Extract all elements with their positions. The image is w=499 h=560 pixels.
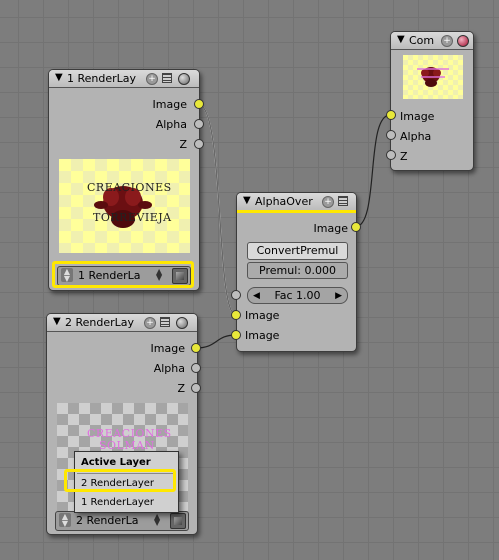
socket-alphaover-image-out[interactable] — [351, 222, 361, 232]
fac-value: Fac 1.00 — [274, 289, 321, 302]
socket-composite-image-in[interactable] — [386, 110, 396, 120]
link-alphaover-to-composite — [354, 114, 391, 228]
plus-icon[interactable]: + — [144, 317, 156, 329]
premul-field[interactable]: Premul: 0.000 — [247, 262, 348, 279]
updown-arrows-icon[interactable]: ▲ ▼ — [59, 513, 71, 528]
highlight-box — [52, 261, 194, 288]
node-title: Com — [409, 34, 435, 47]
node-header[interactable]: ▼ Com + — [391, 32, 473, 50]
monkey-composite-image — [417, 67, 449, 87]
socket-composite-alpha-in[interactable] — [386, 130, 396, 140]
decrease-arrow-icon[interactable]: ◀ — [253, 289, 260, 304]
node-header[interactable]: ▼ 2 RenderLay + — [47, 314, 197, 332]
plus-icon[interactable]: + — [441, 35, 453, 47]
socket-render2-alpha-out[interactable] — [191, 363, 201, 373]
fac-field[interactable]: ◀ Fac 1.00 ▶ — [247, 287, 348, 304]
socket-render1-image-out[interactable] — [194, 99, 204, 109]
socket-render1-alpha-out[interactable] — [194, 119, 204, 129]
plus-icon[interactable]: + — [146, 73, 158, 85]
output-label-image: Image — [152, 98, 187, 111]
preview-toggle-icon[interactable] — [457, 35, 469, 47]
preview-text-bottom: TORREVIEJA — [93, 211, 172, 224]
output-label-image: Image — [313, 222, 348, 235]
input-label-alpha: Alpha — [400, 130, 432, 143]
link-render2-to-alphaover-image — [195, 334, 237, 349]
node-title: 2 RenderLay — [65, 316, 135, 329]
socket-render1-z-out[interactable] — [194, 139, 204, 149]
input-label-image-2: Image — [245, 329, 280, 342]
menu-item-highlight — [64, 469, 176, 492]
collapse-triangle-icon[interactable]: ▼ — [55, 72, 63, 83]
renderlayer-select-value: 2 RenderLa — [76, 514, 139, 527]
node-title: 1 RenderLay — [67, 72, 137, 85]
preview-text-top: CREACIONES — [87, 181, 172, 194]
composite-node[interactable]: ▼ Com + Image Alpha Z — [390, 31, 474, 171]
collapse-triangle-icon[interactable]: ▼ — [243, 195, 251, 206]
preview-toggle-icon[interactable] — [178, 73, 190, 85]
socket-render2-image-out[interactable] — [191, 343, 201, 353]
node-header[interactable]: ▼ 1 RenderLay + — [49, 70, 199, 88]
alphaover-node[interactable]: ▼ AlphaOver + Image ConvertPremul Premul… — [236, 192, 357, 352]
input-label-image-1: Image — [245, 309, 280, 322]
socket-render2-z-out[interactable] — [191, 383, 201, 393]
output-label-alpha: Alpha — [155, 118, 187, 131]
link-render1-to-alphaover-image2 — [197, 103, 237, 316]
link-render1-shadow — [197, 103, 237, 316]
input-label-z: Z — [400, 150, 408, 163]
output-label-z: Z — [177, 382, 185, 395]
socket-alphaover-fac-in[interactable] — [231, 290, 241, 300]
menu-item-1-renderlayer[interactable]: 1 RenderLayer — [81, 497, 154, 508]
socket-composite-z-in[interactable] — [386, 150, 396, 160]
output-label-z: Z — [179, 138, 187, 151]
header-highlight-bar — [237, 210, 356, 213]
socket-alphaover-image1-in[interactable] — [231, 310, 241, 320]
composite-preview — [403, 55, 463, 99]
node-title: AlphaOver — [255, 195, 313, 208]
node-header[interactable]: ▼ AlphaOver + — [237, 193, 356, 211]
image-browse-icon[interactable] — [170, 513, 186, 529]
hide-unused-icon[interactable] — [162, 73, 172, 83]
preview-toggle-icon[interactable] — [176, 317, 188, 329]
input-label-image: Image — [400, 110, 435, 123]
collapse-triangle-icon[interactable]: ▼ — [53, 316, 61, 327]
output-label-alpha: Alpha — [153, 362, 185, 375]
monkey-render-image — [94, 186, 152, 228]
hide-unused-icon[interactable] — [338, 196, 348, 206]
renderlayer-node-1[interactable]: ▼ 1 RenderLay + Image Alpha Z CREACIONES… — [48, 69, 200, 291]
socket-alphaover-image2-in[interactable] — [231, 330, 241, 340]
hide-unused-icon[interactable] — [160, 317, 170, 327]
convert-premul-button[interactable]: ConvertPremul — [247, 242, 348, 260]
output-label-image: Image — [150, 342, 185, 355]
collapse-triangle-icon[interactable]: ▼ — [397, 34, 405, 45]
renderlayer-select[interactable]: ▲ ▼ 2 RenderLa ▲ ▼ — [55, 511, 189, 531]
render-preview: CREACIONES TORREVIEJA — [59, 159, 190, 253]
menu-title: Active Layer — [81, 457, 151, 468]
plus-icon[interactable]: + — [322, 196, 334, 208]
dropdown-arrows-icon[interactable]: ▲ ▼ — [154, 513, 160, 527]
premul-value: Premul: 0.000 — [259, 264, 336, 277]
increase-arrow-icon[interactable]: ▶ — [335, 289, 342, 304]
